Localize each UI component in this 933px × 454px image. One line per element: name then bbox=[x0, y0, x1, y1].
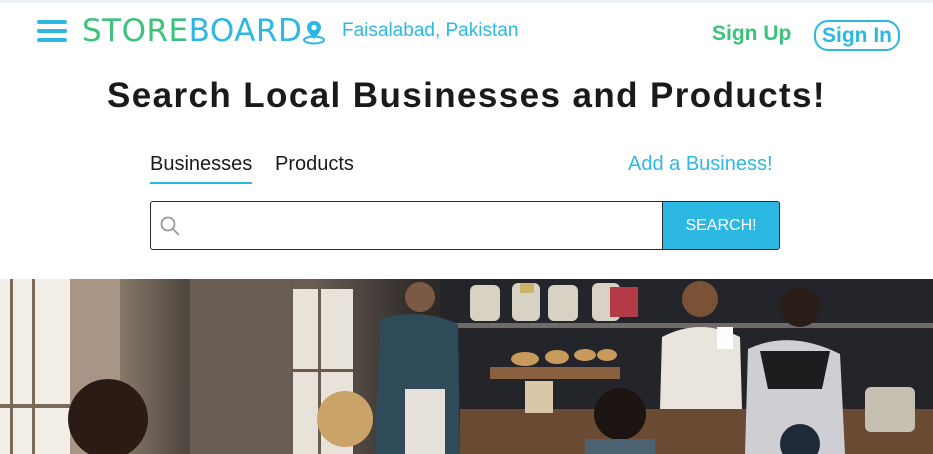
map-pin-icon[interactable] bbox=[302, 19, 326, 45]
add-business-link[interactable]: Add a Business! bbox=[628, 153, 773, 176]
search-field bbox=[150, 201, 663, 250]
hamburger-menu-icon[interactable] bbox=[37, 19, 67, 43]
search-icon bbox=[160, 216, 180, 236]
site-header: STOREBOARD Faisalabad, Pakistan Sign Up … bbox=[0, 8, 933, 58]
tab-products[interactable]: Products bbox=[275, 153, 354, 176]
current-location[interactable]: Faisalabad, Pakistan bbox=[342, 20, 518, 42]
storeboard-logo[interactable]: STOREBOARD bbox=[82, 13, 302, 49]
search-button[interactable]: SEARCH! bbox=[662, 201, 780, 250]
sign-up-link[interactable]: Sign Up bbox=[712, 22, 791, 46]
top-border bbox=[0, 0, 933, 3]
page-title: Search Local Businesses and Products! bbox=[107, 76, 826, 115]
logo-board-text: BOARD bbox=[188, 13, 303, 49]
hero-photo-cafe bbox=[0, 279, 933, 454]
logo-store-text: STORE bbox=[82, 13, 189, 49]
sign-in-button[interactable]: Sign In bbox=[814, 20, 900, 51]
tab-businesses[interactable]: Businesses bbox=[150, 153, 253, 184]
search-input[interactable] bbox=[189, 203, 659, 248]
cafe-scene-illustration bbox=[0, 279, 933, 454]
